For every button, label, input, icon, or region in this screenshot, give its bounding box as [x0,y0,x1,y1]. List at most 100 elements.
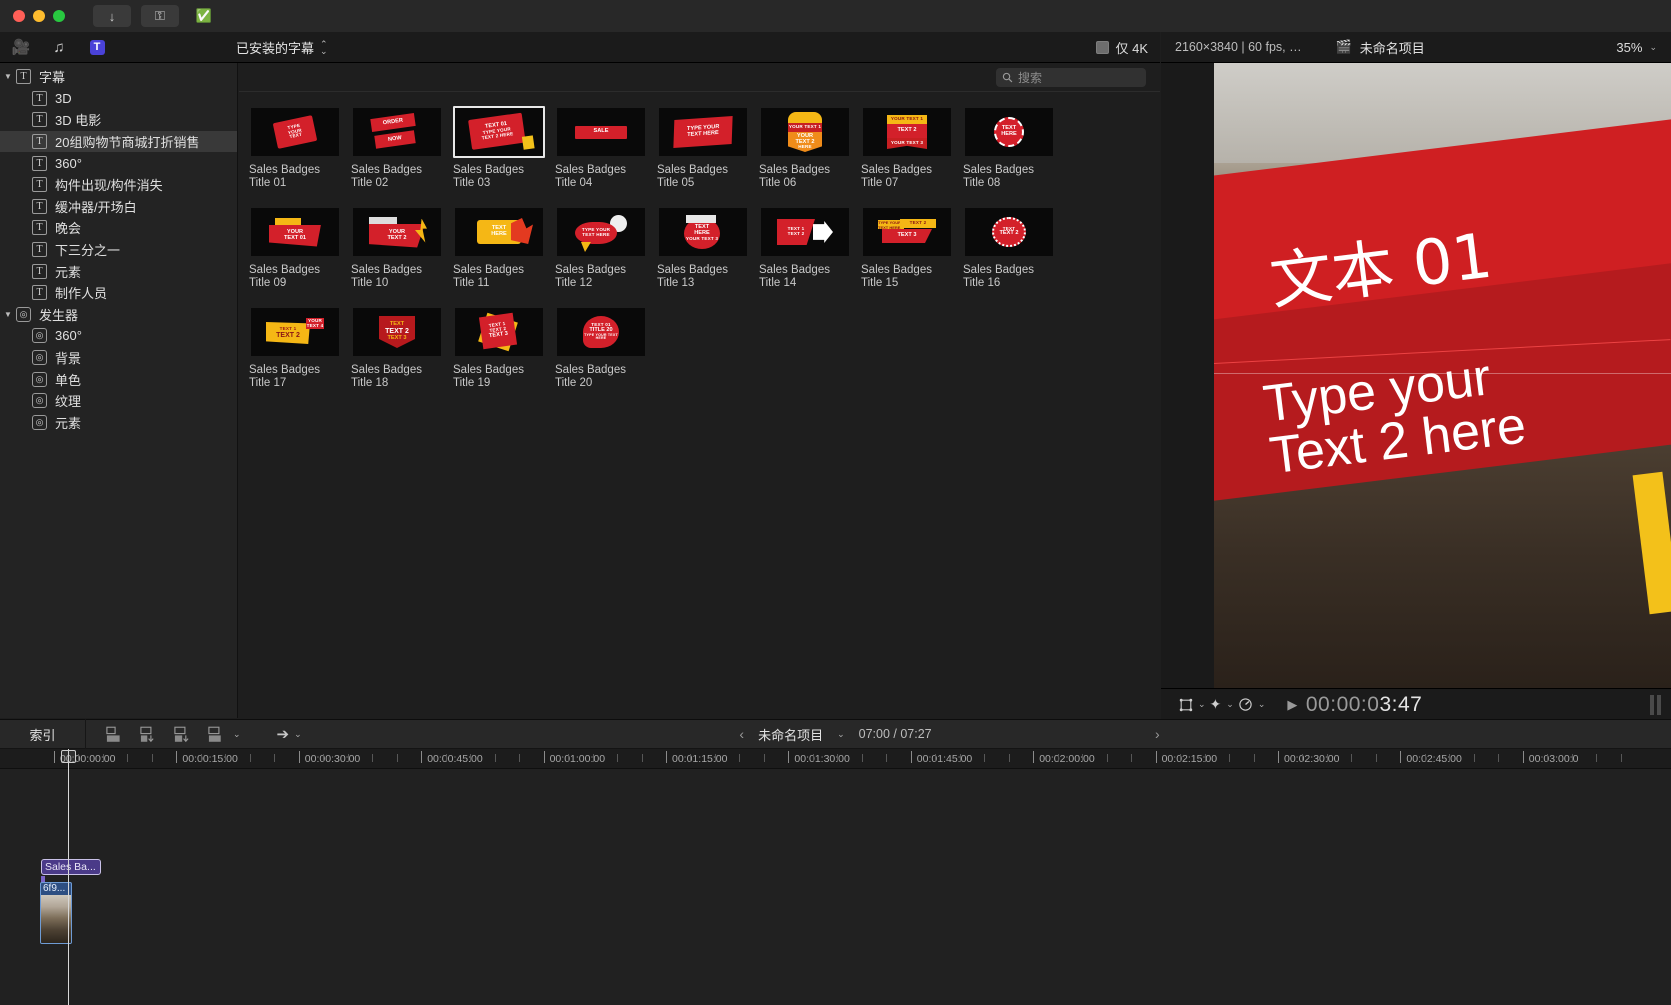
key-button[interactable]: ⚿ [141,5,179,27]
viewer-project-button[interactable]: 🎬 未命名项目 [1336,38,1425,57]
chevron-down-icon[interactable]: ⌄ [294,729,302,740]
only-4k-toggle[interactable]: 仅 4K [1096,32,1148,63]
badge-cell[interactable]: TEXT HERE Sales Badges Title 11 [453,206,555,289]
sidebar-item-3d-cinematic[interactable]: T 3D 电影 [0,109,237,131]
badge-thumbnail[interactable]: TYPE YOUR TEXT HERE [555,206,647,258]
transform-tool-button[interactable]: ⌄ [1179,698,1206,712]
badge-thumbnail[interactable]: TEXT 1 TEXT 2 YOUR TEXT 4 [249,306,341,358]
maximize-window-button[interactable] [53,10,65,22]
badge-cell[interactable]: YOUR TEXT 1 YOUR TEXT 2 HERE Sales Badges … [759,106,861,189]
badge-cell[interactable]: ORDER NOW Sales Badges Title 02 [351,106,453,189]
sidebar-item-gen-elements[interactable]: ◎ 元素 [0,412,237,434]
badge-cell[interactable]: YOUR TEXT 2 Sales Badges Title 10 [351,206,453,289]
disclosure-triangle-icon[interactable]: ▼ [0,310,16,319]
badge-thumbnail[interactable]: ORDER NOW [351,106,443,158]
playhead-handle[interactable] [61,750,76,763]
title-clip[interactable]: Sales Ba... [41,859,101,875]
badge-thumbnail[interactable]: YOUR TEXT 2 [351,206,443,258]
sidebar-item-build-in-out[interactable]: T 构件出现/构件消失 [0,174,237,196]
disclosure-triangle-icon[interactable]: ▼ [0,72,16,81]
download-button[interactable]: ↓ [93,5,131,27]
chevron-down-icon[interactable]: ⌄ [1258,699,1266,710]
playhead[interactable] [68,749,69,1005]
next-project-button[interactable]: › [1155,719,1160,749]
badge-thumbnail[interactable]: YOUR TEXT 01 [249,206,341,258]
minimize-window-button[interactable] [33,10,45,22]
append-icon[interactable] [106,726,126,743]
timeline-canvas[interactable] [0,769,1671,1005]
insert-icon[interactable] [140,726,160,743]
chevron-down-icon[interactable]: ⌄ [837,729,845,740]
badge-cell[interactable]: TEXT TEXT 2 Sales Badges Title 16 [963,206,1065,289]
overwrite-icon[interactable] [174,726,194,743]
sidebar-item-lower-thirds[interactable]: T 下三分之一 [0,239,237,261]
library-popup-button[interactable]: 已安装的字幕 ⌃ ⌄ [236,32,328,63]
badge-cell[interactable]: TYPE YOUR TEXT HERE TEXT 2 TEXT 3 Sales … [861,206,963,289]
badge-cell[interactable]: YOUR TEXT 1 TEXT 2 YOUR TEXT 3 Sales Bad… [861,106,963,189]
badge-cell[interactable]: YOUR TEXT 01 Sales Badges Title 09 [249,206,351,289]
badge-thumbnail[interactable]: YOUR TEXT 1 TEXT 2 YOUR TEXT 3 [861,106,953,158]
badge-thumbnail[interactable]: TEXT 01 TITLE 20 TYPE YOUR TEXT HERE [555,306,647,358]
badge-thumbnail[interactable]: YOUR TEXT 1 YOUR TEXT 2 HERE [759,106,851,158]
check-button[interactable]: ✅ [189,5,219,27]
sidebar-group-titles[interactable]: ▼ T 字幕 [0,66,237,88]
close-window-button[interactable] [13,10,25,22]
badge-cell[interactable]: TYPE YOUR TEXT HERE Sales Badges Title 05 [657,106,759,189]
badge-cell[interactable]: SALE Sales Badges Title 04 [555,106,657,189]
badge-thumbnail[interactable]: TYPE YOUR TEXT HERE TEXT 2 TEXT 3 [861,206,953,258]
badge-thumbnail[interactable]: TYPE YOUR TEXT HERE [657,106,749,158]
badge-thumbnail[interactable]: TEXT HERE [963,106,1055,158]
viewer-timecode[interactable]: ▶ 00:00:03:47 [1287,693,1422,717]
sidebar-group-generators[interactable]: ▼ ◎ 发生器 [0,304,237,326]
enhance-tool-button[interactable]: ✦ ⌄ [1210,696,1234,713]
chevron-down-icon[interactable]: ⌄ [233,729,241,740]
timeline-ruler[interactable]: 00:00:00:00 00:00:15:00 00:00:30:00 00:00:4… [0,749,1671,769]
badge-thumbnail[interactable]: TEXT TEXT 2 TEXT 3 [351,306,443,358]
badge-thumbnail[interactable]: TYPE YOUR TEXT [249,106,341,158]
sidebar-item-3d[interactable]: T 3D [0,88,237,110]
badge-cell[interactable]: TEXT 1 TEXT 2 TEXT 3 Sales Badges Title 19 [453,306,555,389]
sidebar-item-sales-badges[interactable]: T 20组购物节商城打折销售 [0,130,237,153]
index-button[interactable]: 索引 [0,719,86,749]
sidebar-item-gen-solids[interactable]: ◎ 单色 [0,368,237,390]
badge-cell[interactable]: TEXT TEXT 2 TEXT 3 Sales Badges Title 18 [351,306,453,389]
badge-thumbnail[interactable]: TEXT 01 TYPE YOUR TEXT 2 HERE [453,106,545,158]
badge-cell[interactable]: TEXT HERE YOUR TEXT 3 Sales Badges Title 1… [657,206,759,289]
badge-cell[interactable]: TYPE YOUR TEXT HERE Sales Badges Title 12 [555,206,657,289]
badge-cell[interactable]: TEXT HERE Sales Badges Title 08 [963,106,1065,189]
sidebar-item-gen-textures[interactable]: ◎ 纹理 [0,390,237,412]
media-browser-icon[interactable]: 🎥 [10,37,32,57]
sidebar-item-elegant[interactable]: T 晚会 [0,217,237,239]
sidebar-item-bumper-opener[interactable]: T 缓冲器/开场白 [0,196,237,218]
play-icon[interactable]: ▶ [1287,697,1298,713]
badge-cell[interactable]: TEXT 01 TYPE YOUR TEXT 2 HERE Sales Badges… [453,106,555,189]
badge-thumbnail[interactable]: TEXT HERE YOUR TEXT 3 [657,206,749,258]
badge-thumbnail[interactable]: TEXT HERE [453,206,545,258]
sidebar-item-gen-backgrounds[interactable]: ◎ 背景 [0,347,237,369]
sidebar-item-360[interactable]: T 360° [0,152,237,174]
chevron-down-icon[interactable]: ⌄ [1226,699,1234,710]
badge-thumbnail[interactable]: TEXT TEXT 2 [963,206,1055,258]
viewer-canvas[interactable]: 文本 01 Type your Text 2 here [1214,63,1671,688]
chevron-down-icon[interactable]: ⌄ [1198,699,1206,710]
badge-cell[interactable]: TYPE YOUR TEXT Sales Badges Title 01 [249,106,351,189]
sidebar-item-credits[interactable]: T 制作人员 [0,282,237,304]
previous-project-button[interactable]: ‹ [739,726,744,742]
badge-thumbnail[interactable]: TEXT 1 TEXT 2 [759,206,851,258]
connect-icon[interactable] [208,726,228,743]
color-board-button[interactable]: ⌄ [1238,697,1266,712]
badge-thumbnail[interactable]: SALE [555,106,647,158]
search-field[interactable]: 搜索 [996,67,1146,87]
timeline-project-name[interactable]: 未命名项目 [758,725,823,744]
viewer-panel[interactable]: 文本 01 Type your Text 2 here [1161,63,1671,688]
viewer-zoom-popup[interactable]: 35% ⌄ [1616,40,1657,55]
library-sidebar[interactable]: ▼ T 字幕 T 3D T 3D 电影 T 20组购物节商城打折销售 T 360… [0,63,238,718]
sidebar-item-elements[interactable]: T 元素 [0,260,237,282]
badge-cell[interactable]: TEXT 1 TEXT 2 Sales Badges Title 14 [759,206,861,289]
badge-thumbnail[interactable]: TEXT 1 TEXT 2 TEXT 3 [453,306,545,358]
audio-effects-icon[interactable]: ♫ [48,37,70,57]
badge-cell[interactable]: TEXT 01 TITLE 20 TYPE YOUR TEXT HERE Sales… [555,306,657,389]
only-4k-checkbox[interactable] [1096,41,1110,54]
badge-cell[interactable]: TEXT 1 TEXT 2 YOUR TEXT 4 Sales Badges Ti… [249,306,351,389]
sidebar-item-gen-360[interactable]: ◎ 360° [0,325,237,347]
